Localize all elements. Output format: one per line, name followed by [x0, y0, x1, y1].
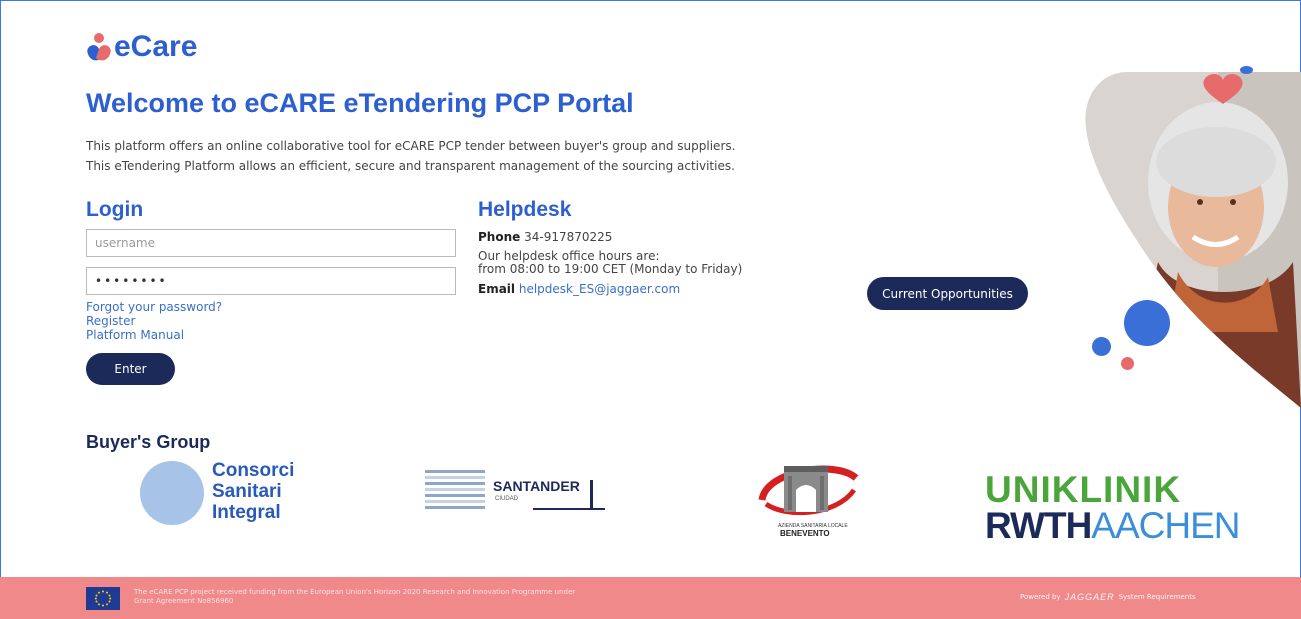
- decoration-circle-large: [1124, 300, 1170, 346]
- ecare-logo-text: eCare: [114, 30, 198, 63]
- decoration-circle-small: [1121, 357, 1134, 370]
- helpdesk-info: Phone 34-917870225 Our helpdesk office h…: [478, 231, 808, 296]
- password-input[interactable]: [86, 267, 456, 295]
- footer-powered-by: Powered by JAGGAER System Requirements: [1020, 592, 1196, 602]
- footer: The eCARE PCP project received funding f…: [0, 577, 1301, 619]
- username-input[interactable]: [86, 229, 456, 257]
- funding-notice: The eCARE PCP project received funding f…: [134, 588, 694, 606]
- phone-label: Phone: [478, 230, 521, 244]
- consorci-line-3: Integral: [212, 502, 281, 523]
- consorci-sanitari-integral-logo: Consorci Sanitari Integral: [140, 460, 340, 526]
- uniklinik-logo-line-2: RWTHAACHEN: [985, 505, 1241, 546]
- santander-logo-name: SANTANDER: [493, 478, 580, 494]
- asl-benevento-logo: AZIENDA SANITARIA LOCALE BENEVENTO: [756, 460, 876, 538]
- ecare-logo[interactable]: eCare: [85, 30, 198, 64]
- santander-logo-sub: CIUDAD: [495, 496, 519, 502]
- consorci-line-1: Consorci: [212, 460, 295, 481]
- funding-line-2: Grant Agreement No856960: [134, 597, 234, 605]
- email-label: Email: [478, 282, 516, 296]
- decoration-dot: [1240, 66, 1253, 74]
- powered-by-text: Powered by: [1020, 593, 1061, 601]
- aachen-text: AACHEN: [1091, 505, 1240, 546]
- intro-line-2: This eTendering Platform allows an effic…: [86, 159, 735, 173]
- helpdesk-hours-line-2: from 08:00 to 19:00 CET (Monday to Frida…: [478, 262, 743, 276]
- login-links: Forgot your password? Register Platform …: [86, 300, 222, 342]
- helpdesk-heading: Helpdesk: [478, 198, 572, 221]
- current-opportunities-button[interactable]: Current Opportunities: [867, 277, 1028, 310]
- buyers-group-heading: Buyer's Group: [86, 432, 211, 452]
- intro-line-1: This platform offers an online collabora…: [86, 139, 736, 153]
- santander-ciudad-logo: SANTANDER CIUDAD: [425, 468, 610, 512]
- platform-manual-link[interactable]: Platform Manual: [86, 328, 222, 342]
- intro-text: This platform offers an online collabora…: [86, 136, 786, 176]
- enter-button[interactable]: Enter: [86, 353, 175, 385]
- consorci-logo-text: Consorci Sanitari Integral: [212, 460, 294, 523]
- system-requirements-link[interactable]: System Requirements: [1119, 593, 1196, 601]
- decoration-circle-medium: [1092, 337, 1111, 356]
- uniklinik-rwth-aachen-logo: UNIKLINIK RWTHAACHEN: [985, 469, 1241, 546]
- uniklinik-logo-line-1: UNIKLINIK: [985, 469, 1182, 510]
- helpdesk-phone: Phone 34-917870225: [478, 231, 808, 244]
- benevento-arch-icon: [758, 465, 859, 516]
- page-title: Welcome to eCARE eTendering PCP Portal: [86, 88, 634, 118]
- ecare-logo-icon: [85, 31, 113, 63]
- phone-value: 34-917870225: [524, 230, 613, 244]
- consorci-logo-circle: [140, 461, 204, 525]
- email-link[interactable]: helpdesk_ES@jaggaer.com: [519, 282, 680, 296]
- login-heading: Login: [86, 198, 144, 221]
- register-link[interactable]: Register: [86, 314, 222, 328]
- benevento-logo-name: BENEVENTO: [780, 529, 830, 538]
- jaggaer-logo: JAGGAER: [1064, 592, 1115, 602]
- consorci-line-2: Sanitari: [212, 481, 282, 502]
- rwth-text: RWTH: [985, 505, 1092, 546]
- eu-flag-icon: [86, 587, 120, 610]
- funding-line-1: The eCARE PCP project received funding f…: [134, 588, 576, 596]
- helpdesk-email: Email helpdesk_ES@jaggaer.com: [478, 283, 808, 296]
- forgot-password-link[interactable]: Forgot your password?: [86, 300, 222, 314]
- hero-photo: [1068, 72, 1301, 408]
